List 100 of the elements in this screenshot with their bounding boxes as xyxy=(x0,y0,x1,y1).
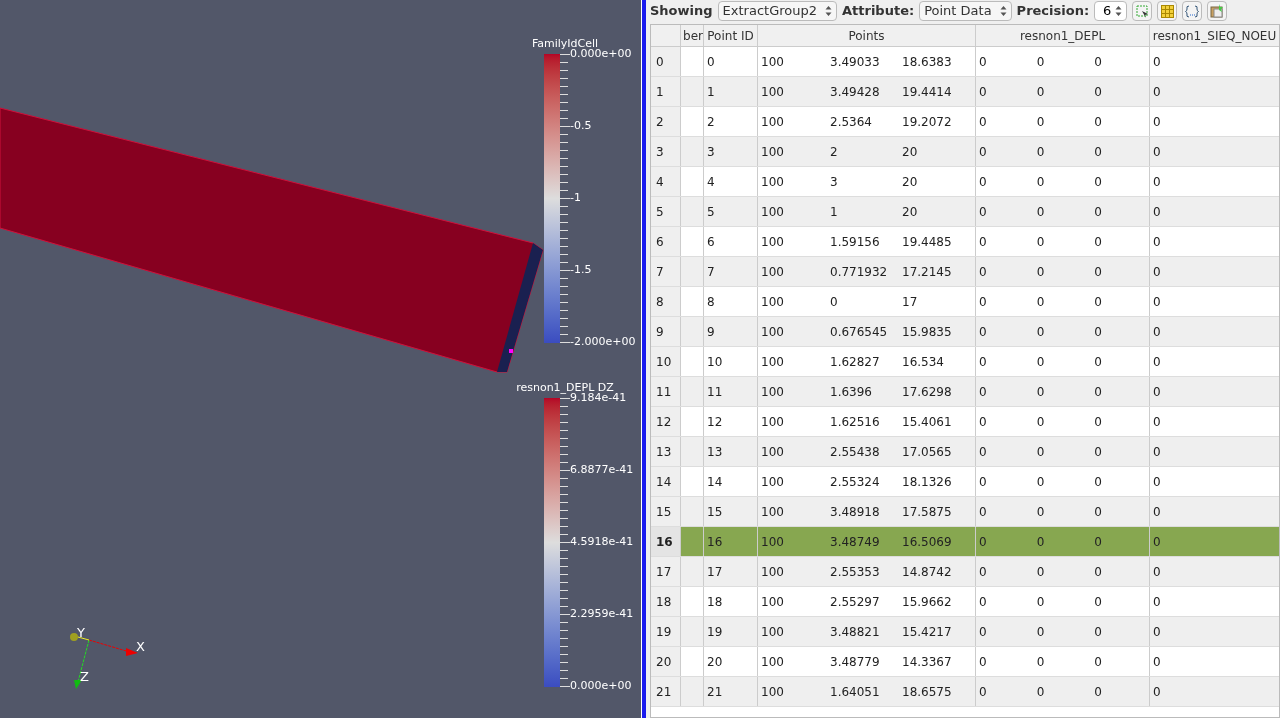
table-cell-text: 0 xyxy=(1093,473,1103,491)
source-dropdown[interactable]: ExtractGroup2 xyxy=(717,1,837,21)
table-cell: 11 xyxy=(704,377,758,406)
table-cell-text: 0 xyxy=(978,623,988,641)
table-cell-text: 0 xyxy=(1035,623,1046,641)
table-cell-text: 17.5875 xyxy=(902,503,953,521)
table-cell-text: 0 xyxy=(1093,83,1103,101)
table-cell-text: 100 xyxy=(760,503,785,521)
table-row[interactable]: 15 15 100 3.48918 17.5875 0 0 0 0 xyxy=(651,497,1279,527)
table-cell-text: 0 xyxy=(1035,293,1046,311)
table-row[interactable]: 14 14 100 2.55324 18.1326 0 0 0 0 xyxy=(651,467,1279,497)
legend-label: 9.184e-41 xyxy=(570,392,627,403)
braces-button[interactable] xyxy=(1182,1,1203,21)
table-cell-text: 100 xyxy=(760,683,785,701)
table-cell-text: 100 xyxy=(760,593,785,611)
column-header[interactable]: resnon1_SIEQ_NOEU xyxy=(1150,25,1279,46)
table-cell-text: 2.5364 xyxy=(830,113,873,131)
table-cell-text: 0 xyxy=(1152,533,1162,551)
table-row[interactable]: 16 16 100 3.48749 16.5069 0 0 0 0 xyxy=(651,527,1279,557)
table-cell-text: 0 xyxy=(1035,593,1046,611)
table-cell: 0 xyxy=(704,47,758,76)
table-row[interactable]: 1 1 100 3.49428 19.4414 0 0 0 0 xyxy=(651,77,1279,107)
row-header[interactable]: 18 xyxy=(651,587,681,616)
table-cell-text: 0 xyxy=(978,83,988,101)
table-cell-text: 0 xyxy=(1093,383,1103,401)
table-row[interactable]: 13 13 100 2.55438 17.0565 0 0 0 0 xyxy=(651,437,1279,467)
table-row[interactable]: 20 20 100 3.48779 14.3367 0 0 0 0 xyxy=(651,647,1279,677)
table-row[interactable]: 10 10 100 1.62827 16.534 0 0 0 0 xyxy=(651,347,1279,377)
table-cell-text: 0 xyxy=(1035,263,1046,281)
row-header[interactable]: 8 xyxy=(651,287,681,316)
table-cell-text: 0 xyxy=(1035,233,1046,251)
table-cell-text: 0 xyxy=(1093,683,1103,701)
table-row[interactable]: 7 7 100 0.771932 17.2145 0 0 0 0 xyxy=(651,257,1279,287)
column-header[interactable]: resnon1_DEPL xyxy=(976,25,1150,46)
point-marker xyxy=(509,349,513,353)
table-cell-text: 0 xyxy=(978,563,988,581)
table-cell-text: 0 xyxy=(1093,203,1103,221)
table-cell-text: 100 xyxy=(760,293,785,311)
table-cell-text: 0 xyxy=(978,323,988,341)
table-cell-text: 16.5069 xyxy=(902,533,953,551)
table-row[interactable]: 3 3 100 2 20 0 0 0 0 xyxy=(651,137,1279,167)
table-cell-text: 100 xyxy=(760,383,785,401)
select-tool-button[interactable] xyxy=(1132,1,1153,21)
column-header[interactable]: Points xyxy=(758,25,976,46)
row-header[interactable]: 12 xyxy=(651,407,681,436)
table-cell-text: 0 xyxy=(1152,653,1162,671)
table-cell-text: 0 xyxy=(1152,383,1162,401)
table-cell-text: 0 xyxy=(1035,323,1046,341)
row-header[interactable]: 16 xyxy=(651,527,681,556)
row-header[interactable]: 4 xyxy=(651,167,681,196)
table-cell-text: 17.0565 xyxy=(902,443,953,461)
row-header[interactable]: 2 xyxy=(651,107,681,136)
table-cell-text: 0 xyxy=(1035,533,1046,551)
table-row[interactable]: 19 19 100 3.48821 15.4217 0 0 0 0 xyxy=(651,617,1279,647)
table-cell-text: 0 xyxy=(978,113,988,131)
table-cell-text: 0 xyxy=(978,53,988,71)
table-cell-text: 0 xyxy=(1152,53,1162,71)
table-row[interactable]: 11 11 100 1.6396 17.6298 0 0 0 0 xyxy=(651,377,1279,407)
table-cell-text: 0 xyxy=(1093,113,1103,131)
column-header[interactable]: ber xyxy=(681,25,704,46)
table-row[interactable]: 17 17 100 2.55353 14.8742 0 0 0 0 xyxy=(651,557,1279,587)
table-cell-text: 0 xyxy=(978,143,988,161)
row-header[interactable]: 20 xyxy=(651,647,681,676)
table-cell-text: 0 xyxy=(1035,173,1046,191)
row-header[interactable]: 10 xyxy=(651,347,681,376)
render-view[interactable]: Y X Z FamilyIdCell 0.000e+00 -0.5 -1 -1.5 -2.000e+00 resnon1_DEPL DZ 9.184e-41 6.8877e-41 4.5918e-41 2.2959e-41 0.000e+00 xyxy=(0,0,641,718)
row-header[interactable]: 0 xyxy=(651,47,681,76)
table-cell-text: 0 xyxy=(1152,203,1162,221)
table-cell-text: 0 xyxy=(830,293,839,311)
table-row[interactable]: 9 9 100 0.676545 15.9835 0 0 0 0 xyxy=(651,317,1279,347)
table-row[interactable]: 0 0 100 3.49033 18.6383 0 0 0 0 xyxy=(651,47,1279,77)
table-cell-text: 20 xyxy=(902,173,919,191)
table-row[interactable]: 2 2 100 2.5364 19.2072 0 0 0 0 xyxy=(651,107,1279,137)
table-cell-text: 0 xyxy=(978,353,988,371)
table-cell-text: 19.4414 xyxy=(902,83,953,101)
row-header[interactable]: 6 xyxy=(651,227,681,256)
table-cell-text: 1.62827 xyxy=(830,353,881,371)
table-row[interactable]: 6 6 100 1.59156 19.4485 0 0 0 0 xyxy=(651,227,1279,257)
table-cell-text: 0 xyxy=(1152,503,1162,521)
table-row[interactable]: 4 4 100 3 20 0 0 0 0 xyxy=(651,167,1279,197)
table-cell-text: 0 xyxy=(1035,563,1046,581)
column-header[interactable]: Point ID xyxy=(704,25,758,46)
table-row[interactable]: 5 5 100 1 20 0 0 0 0 xyxy=(651,197,1279,227)
table-cell-text: 0 xyxy=(1152,143,1162,161)
attribute-dropdown[interactable]: Point Data xyxy=(919,1,1012,21)
table-row[interactable]: 8 8 100 0 17 0 0 0 0 xyxy=(651,287,1279,317)
row-header[interactable]: 14 xyxy=(651,467,681,496)
table-row[interactable]: 18 18 100 2.55297 15.9662 0 0 0 0 xyxy=(651,587,1279,617)
table-cell-text: 100 xyxy=(760,653,785,671)
table-row[interactable]: 12 12 100 1.62516 15.4061 0 0 0 0 xyxy=(651,407,1279,437)
export-button[interactable] xyxy=(1207,1,1228,21)
table-cell-text: 0 xyxy=(978,233,988,251)
table-cell-text: 19.2072 xyxy=(902,113,953,131)
table-cell-text: 0 xyxy=(1035,503,1046,521)
precision-spinbox[interactable]: 6 xyxy=(1094,1,1128,21)
table-cell-text: 1.6396 xyxy=(830,383,873,401)
legend-label: -2.000e+00 xyxy=(570,336,636,347)
grid-toggle-button[interactable] xyxy=(1157,1,1178,21)
table-row[interactable]: 21 21 100 1.64051 18.6575 0 0 0 0 xyxy=(651,677,1279,707)
table-cell-text: 0 xyxy=(1035,383,1046,401)
